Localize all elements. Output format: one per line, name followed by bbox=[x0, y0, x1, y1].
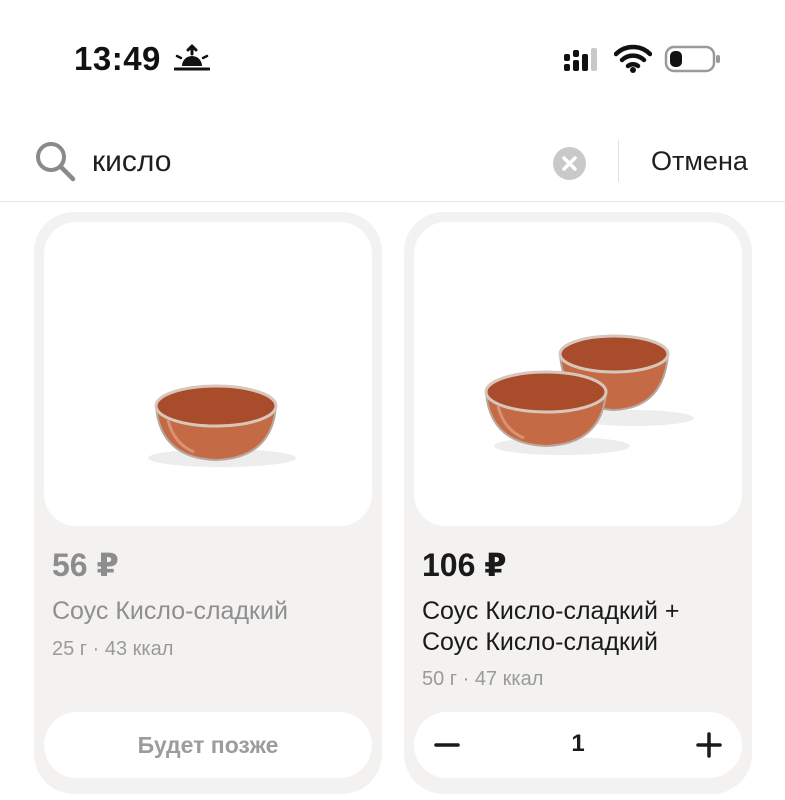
plus-icon[interactable] bbox=[694, 730, 724, 760]
search-icon bbox=[36, 142, 76, 182]
wifi-icon bbox=[614, 44, 652, 73]
status-time: 13:49 bbox=[74, 40, 161, 77]
sunrise-icon bbox=[174, 44, 210, 71]
clear-icon[interactable] bbox=[553, 147, 586, 180]
product-title: Соус Кисло-сладкий bbox=[52, 597, 288, 625]
product-image bbox=[44, 222, 372, 526]
product-meta: 50 г · 47 ккал bbox=[422, 668, 544, 690]
quantity-stepper: 1 bbox=[414, 712, 742, 778]
search-bar: Отмена bbox=[0, 118, 785, 202]
minus-icon[interactable] bbox=[432, 730, 462, 760]
product-image bbox=[414, 222, 742, 526]
product-meta: 25 г · 43 ккал bbox=[52, 638, 174, 660]
battery-icon bbox=[664, 45, 720, 73]
search-divider bbox=[618, 140, 619, 182]
product-card[interactable]: 106 ₽ Соус Кисло-сладкий + Соус Кисло-сл… bbox=[404, 212, 752, 794]
search-input[interactable] bbox=[92, 142, 542, 182]
quantity-value: 1 bbox=[571, 730, 585, 757]
available-later-button[interactable]: Будет позже bbox=[44, 712, 372, 778]
product-card[interactable]: 56 ₽ Соус Кисло-сладкий 25 г · 43 ккал Б… bbox=[34, 212, 382, 794]
cellular-signal-icon bbox=[564, 48, 597, 71]
product-title: Соус Кисло-сладкий + Соус Кисло-сладкий bbox=[422, 597, 680, 656]
status-bar: 13:49 bbox=[0, 0, 785, 110]
product-price: 56 ₽ bbox=[52, 547, 119, 583]
product-price: 106 ₽ bbox=[422, 547, 507, 583]
cancel-button[interactable]: Отмена bbox=[651, 146, 748, 177]
